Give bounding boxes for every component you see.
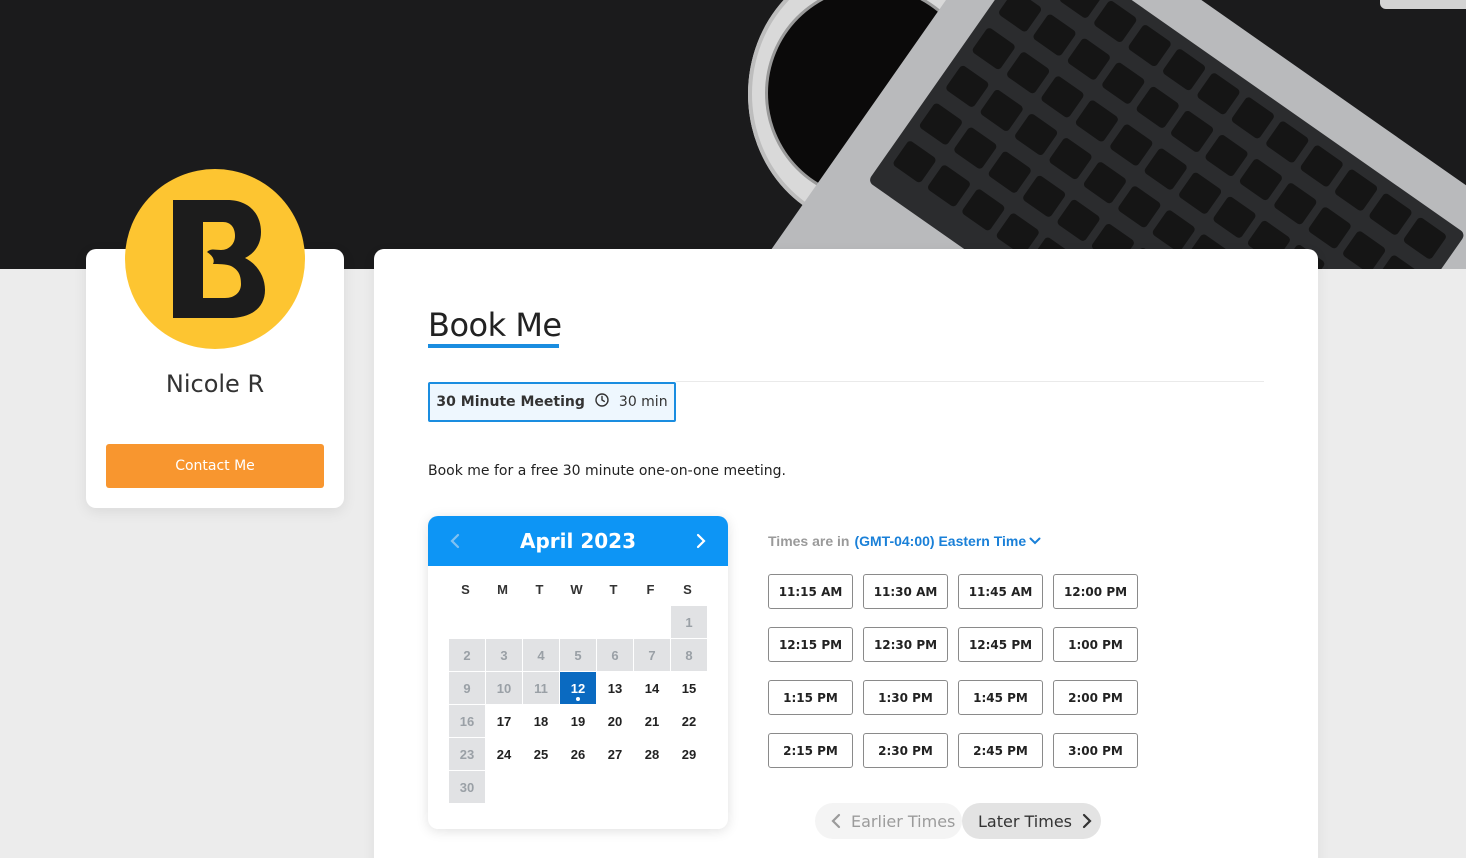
weekday-header: F <box>646 582 655 597</box>
calendar-day[interactable]: 13 <box>597 672 633 704</box>
calendar-day: 2 <box>449 639 485 671</box>
page-title: Book Me <box>428 306 562 344</box>
time-slot-button[interactable]: 11:45 AM <box>958 574 1043 609</box>
time-slot-button[interactable]: 2:30 PM <box>863 733 948 768</box>
calendar-day[interactable]: 25 <box>523 738 559 770</box>
calendar-day: 5 <box>560 639 596 671</box>
time-slot-button[interactable]: 2:00 PM <box>1053 680 1138 715</box>
time-slot-button[interactable]: 1:15 PM <box>768 680 853 715</box>
calendar-day[interactable]: 19 <box>560 705 596 737</box>
earlier-times-label: Earlier Times <box>851 811 956 831</box>
calendar-day[interactable]: 15 <box>671 672 707 704</box>
avatar <box>125 169 305 349</box>
time-slot-button[interactable]: 1:00 PM <box>1053 627 1138 662</box>
calendar-day: 7 <box>634 639 670 671</box>
timezone-value: (GMT-04:00) Eastern Time <box>854 533 1027 549</box>
weekday-header: T <box>609 582 618 597</box>
timezone-label: Times are in <box>768 533 850 549</box>
calendar-day-selected[interactable]: 12 <box>560 672 596 704</box>
calendar-day: 8 <box>671 639 707 671</box>
tab-30-minute-meeting[interactable]: 30 Minute Meeting 30 min <box>428 382 676 422</box>
time-slot-button[interactable]: 12:30 PM <box>863 627 948 662</box>
weekday-header: W <box>570 582 583 597</box>
calendar-day: 1 <box>671 606 707 638</box>
clock-icon <box>595 393 609 411</box>
weekday-header: T <box>535 582 544 597</box>
profile-name: Nicole R <box>165 370 265 398</box>
calendar-day: 4 <box>523 639 559 671</box>
time-slot-button[interactable]: 12:45 PM <box>958 627 1043 662</box>
calendar-day: 10 <box>486 672 522 704</box>
time-slot-button[interactable]: 12:00 PM <box>1053 574 1138 609</box>
calendar-month-title: April 2023 <box>520 529 636 553</box>
weekday-header: M <box>497 582 508 597</box>
previous-month-button[interactable] <box>444 530 466 552</box>
time-slot-button[interactable]: 1:30 PM <box>863 680 948 715</box>
logo-icon <box>173 200 265 318</box>
date-picker-calendar: April 2023 S M T W T F S 1 2 3 4 5 6 7 8 9 10 11 12 13 14 15 1… <box>428 516 728 829</box>
calendar-day: 16 <box>449 705 485 737</box>
calendar-day: 30 <box>449 771 485 803</box>
calendar-day: 9 <box>449 672 485 704</box>
corner-bar <box>1380 0 1466 9</box>
calendar-day[interactable]: 29 <box>671 738 707 770</box>
time-slot-button[interactable]: 2:45 PM <box>958 733 1043 768</box>
calendar-day[interactable]: 27 <box>597 738 633 770</box>
time-slot-button[interactable]: 1:45 PM <box>958 680 1043 715</box>
timezone-selector[interactable]: (GMT-04:00) Eastern Time <box>854 533 1041 549</box>
calendar-day[interactable]: 17 <box>486 705 522 737</box>
time-slot-button[interactable]: 12:15 PM <box>768 627 853 662</box>
calendar-day: 6 <box>597 639 633 671</box>
later-times-label: Later Times <box>978 811 1072 831</box>
calendar-header: April 2023 <box>428 516 728 566</box>
time-slot-button[interactable]: 3:00 PM <box>1053 733 1138 768</box>
contact-me-button[interactable]: Contact Me <box>106 444 324 488</box>
calendar-day: 23 <box>449 738 485 770</box>
timezone-line: Times are in (GMT-04:00) Eastern Time <box>768 533 1041 549</box>
weekday-header: S <box>461 582 470 597</box>
later-times-button[interactable]: Later Times <box>962 803 1101 839</box>
calendar-day[interactable]: 22 <box>671 705 707 737</box>
meeting-description: Book me for a free 30 minute one-on-one … <box>428 463 786 479</box>
calendar-day: 11 <box>523 672 559 704</box>
meeting-duration: 30 min <box>618 394 668 410</box>
calendar-day[interactable]: 14 <box>634 672 670 704</box>
chevron-right-icon <box>696 533 706 549</box>
earlier-times-button[interactable]: Earlier Times <box>815 803 962 839</box>
calendar-day[interactable]: 20 <box>597 705 633 737</box>
time-slot-button[interactable]: 11:15 AM <box>768 574 853 609</box>
calendar-day[interactable]: 21 <box>634 705 670 737</box>
calendar-day[interactable]: 24 <box>486 738 522 770</box>
tab-divider <box>676 381 1264 382</box>
calendar-day[interactable]: 26 <box>560 738 596 770</box>
time-slot-button[interactable]: 2:15 PM <box>768 733 853 768</box>
meeting-type-name: 30 Minute Meeting <box>436 394 585 410</box>
chevron-left-icon <box>831 813 841 829</box>
calendar-day[interactable]: 18 <box>523 705 559 737</box>
chevron-left-icon <box>450 533 460 549</box>
chevron-right-icon <box>1082 813 1092 829</box>
title-underline <box>428 344 559 348</box>
time-slot-button[interactable]: 11:30 AM <box>863 574 948 609</box>
chevron-down-icon <box>1029 537 1041 545</box>
calendar-day: 3 <box>486 639 522 671</box>
next-month-button[interactable] <box>690 530 712 552</box>
calendar-day[interactable]: 28 <box>634 738 670 770</box>
weekday-header: S <box>683 582 692 597</box>
